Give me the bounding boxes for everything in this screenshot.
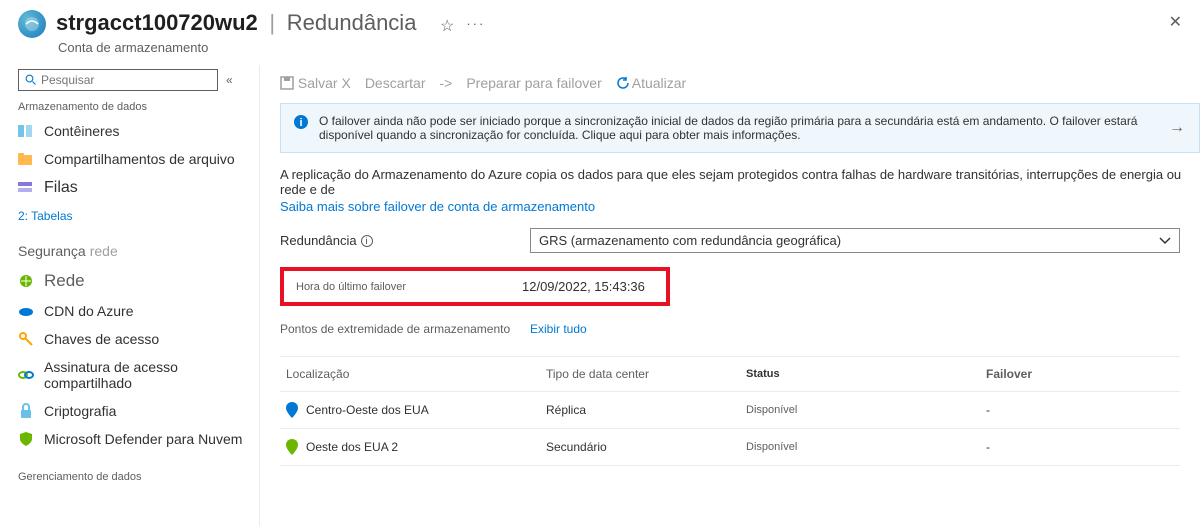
sidebar-item-label: Filas bbox=[44, 179, 78, 197]
sidebar-item-label: Contêineres bbox=[44, 123, 120, 139]
command-bar: Salvar X Descartar -> Preparar para fail… bbox=[280, 65, 1200, 103]
title-block: strgacct100720wu2 | Redundância bbox=[56, 10, 416, 36]
description-text: A replicação do Armazenamento do Azure c… bbox=[280, 167, 1200, 197]
save-button[interactable]: Salvar X bbox=[280, 75, 351, 91]
close-icon[interactable]: ✕ bbox=[1169, 12, 1182, 32]
chevron-down-icon bbox=[1159, 236, 1171, 246]
banner-text: O failover ainda não pode ser iniciado p… bbox=[319, 114, 1159, 142]
blade-title: Redundância bbox=[287, 10, 417, 35]
title-separator: | bbox=[261, 10, 283, 35]
learn-more-link[interactable]: Saiba mais sobre failover de conta de ar… bbox=[280, 199, 595, 214]
info-circle-icon[interactable]: i bbox=[361, 235, 373, 247]
sidebar-item-label: Compartilhamentos de arquivo bbox=[44, 151, 235, 167]
location-pin-icon bbox=[286, 402, 298, 418]
location-pin-icon bbox=[286, 439, 298, 455]
sidebar-item-label: Rede bbox=[44, 271, 85, 291]
refresh-button[interactable]: Atualizar bbox=[616, 75, 686, 91]
more-icon[interactable]: ··· bbox=[466, 16, 485, 36]
last-failover-highlight: Hora do último failover 12/09/2022, 15:4… bbox=[280, 267, 670, 306]
sidebar-item-label: Criptografia bbox=[44, 403, 116, 419]
table-header: Localização Tipo de data center Status F… bbox=[280, 357, 1180, 392]
sidebar-item-defender[interactable]: Microsoft Defender para Nuvem bbox=[18, 425, 259, 453]
cell-failover: - bbox=[986, 440, 1174, 454]
sas-icon bbox=[18, 367, 34, 383]
resource-name: strgacct100720wu2 bbox=[56, 10, 258, 35]
dropdown-value: GRS (armazenamento com redundância geogr… bbox=[539, 233, 841, 248]
sidebar-item-label: Chaves de acesso bbox=[44, 331, 159, 347]
storage-account-icon bbox=[18, 10, 46, 38]
queues-icon bbox=[18, 180, 34, 196]
sidebar-item-label: 2: Tabelas bbox=[18, 209, 73, 223]
col-location: Localização bbox=[286, 367, 546, 381]
sidebar-item-cdn[interactable]: CDN do Azure bbox=[18, 297, 259, 325]
header-actions: ☆ ··· bbox=[440, 16, 485, 36]
redundancy-label: Redundância i bbox=[280, 233, 530, 248]
search-icon bbox=[25, 74, 37, 86]
sidebar-item-access-keys[interactable]: Chaves de acesso bbox=[18, 325, 259, 353]
sidebar: « Armazenamento de dados Contêineres Com… bbox=[0, 65, 260, 526]
network-icon bbox=[18, 273, 34, 289]
section-security: Segurançarede bbox=[18, 243, 259, 259]
containers-icon bbox=[18, 123, 34, 139]
resource-type: Conta de armazenamento bbox=[58, 40, 1200, 55]
search-input[interactable] bbox=[41, 73, 211, 87]
discard-button[interactable]: Descartar bbox=[365, 75, 426, 91]
lock-icon bbox=[18, 403, 34, 419]
show-all-link[interactable]: Exibir tudo bbox=[530, 322, 587, 336]
endpoints-label: Pontos de extremidade de armazenamento bbox=[280, 322, 530, 336]
sidebar-item-label: CDN do Azure bbox=[44, 303, 133, 319]
sidebar-item-containers[interactable]: Contêineres bbox=[18, 117, 259, 145]
sidebar-item-tables[interactable]: 2: Tabelas bbox=[18, 203, 259, 229]
sidebar-item-encryption[interactable]: Criptografia bbox=[18, 397, 259, 425]
cell-location: Centro-Oeste dos EUA bbox=[306, 403, 429, 417]
col-failover: Failover bbox=[986, 367, 1174, 381]
redundancy-dropdown[interactable]: GRS (armazenamento com redundância geogr… bbox=[530, 228, 1180, 253]
main-content: Salvar X Descartar -> Preparar para fail… bbox=[260, 65, 1200, 526]
sidebar-item-queues[interactable]: Filas bbox=[18, 173, 259, 203]
cell-status: Disponível bbox=[746, 441, 986, 453]
table-row: Centro-Oeste dos EUA Réplica Disponível … bbox=[280, 392, 1180, 429]
sidebar-item-sas[interactable]: Assinatura de acesso compartilhado bbox=[18, 353, 259, 397]
section-data-mgmt: Gerenciamento de dados bbox=[18, 471, 259, 483]
redundancy-row: Redundância i GRS (armazenamento com red… bbox=[280, 228, 1200, 253]
col-type: Tipo de data center bbox=[546, 367, 746, 381]
sidebar-item-fileshares[interactable]: Compartilhamentos de arquivo bbox=[18, 145, 259, 173]
blade-header: strgacct100720wu2 | Redundância ☆ ··· ✕ bbox=[0, 0, 1200, 42]
table-row: Oeste dos EUA 2 Secundário Disponível - bbox=[280, 429, 1180, 466]
collapse-sidebar-icon[interactable]: « bbox=[226, 73, 233, 87]
shield-icon bbox=[18, 431, 34, 447]
sidebar-item-label: Assinatura de acesso compartilhado bbox=[44, 359, 259, 391]
sidebar-item-label: Microsoft Defender para Nuvem bbox=[44, 431, 242, 447]
sidebar-item-networking[interactable]: Rede bbox=[18, 265, 259, 297]
cell-type: Secundário bbox=[546, 440, 746, 454]
fileshares-icon bbox=[18, 151, 34, 167]
key-icon bbox=[18, 331, 34, 347]
col-status: Status bbox=[746, 368, 986, 380]
prepare-failover-button[interactable]: Preparar para failover bbox=[466, 75, 601, 91]
cell-failover: - bbox=[986, 403, 1174, 417]
banner-arrow-icon[interactable]: → bbox=[1169, 119, 1185, 137]
cell-type: Réplica bbox=[546, 403, 746, 417]
cdn-icon bbox=[18, 303, 34, 319]
info-icon: i bbox=[293, 114, 309, 142]
refresh-icon bbox=[616, 76, 630, 90]
section-data-storage: Armazenamento de dados bbox=[18, 101, 259, 113]
favorite-icon[interactable]: ☆ bbox=[440, 16, 454, 36]
svg-text:i: i bbox=[299, 117, 302, 129]
last-failover-value: 12/09/2022, 15:43:36 bbox=[522, 279, 645, 294]
sidebar-search[interactable] bbox=[18, 69, 218, 91]
last-failover-label: Hora do último failover bbox=[296, 279, 522, 294]
cell-location: Oeste dos EUA 2 bbox=[306, 440, 398, 454]
locations-table: Localização Tipo de data center Status F… bbox=[280, 356, 1180, 466]
info-banner[interactable]: i O failover ainda não pode ser iniciado… bbox=[280, 103, 1200, 153]
cell-status: Disponível bbox=[746, 404, 986, 416]
endpoints-row: Pontos de extremidade de armazenamento E… bbox=[280, 322, 1200, 336]
